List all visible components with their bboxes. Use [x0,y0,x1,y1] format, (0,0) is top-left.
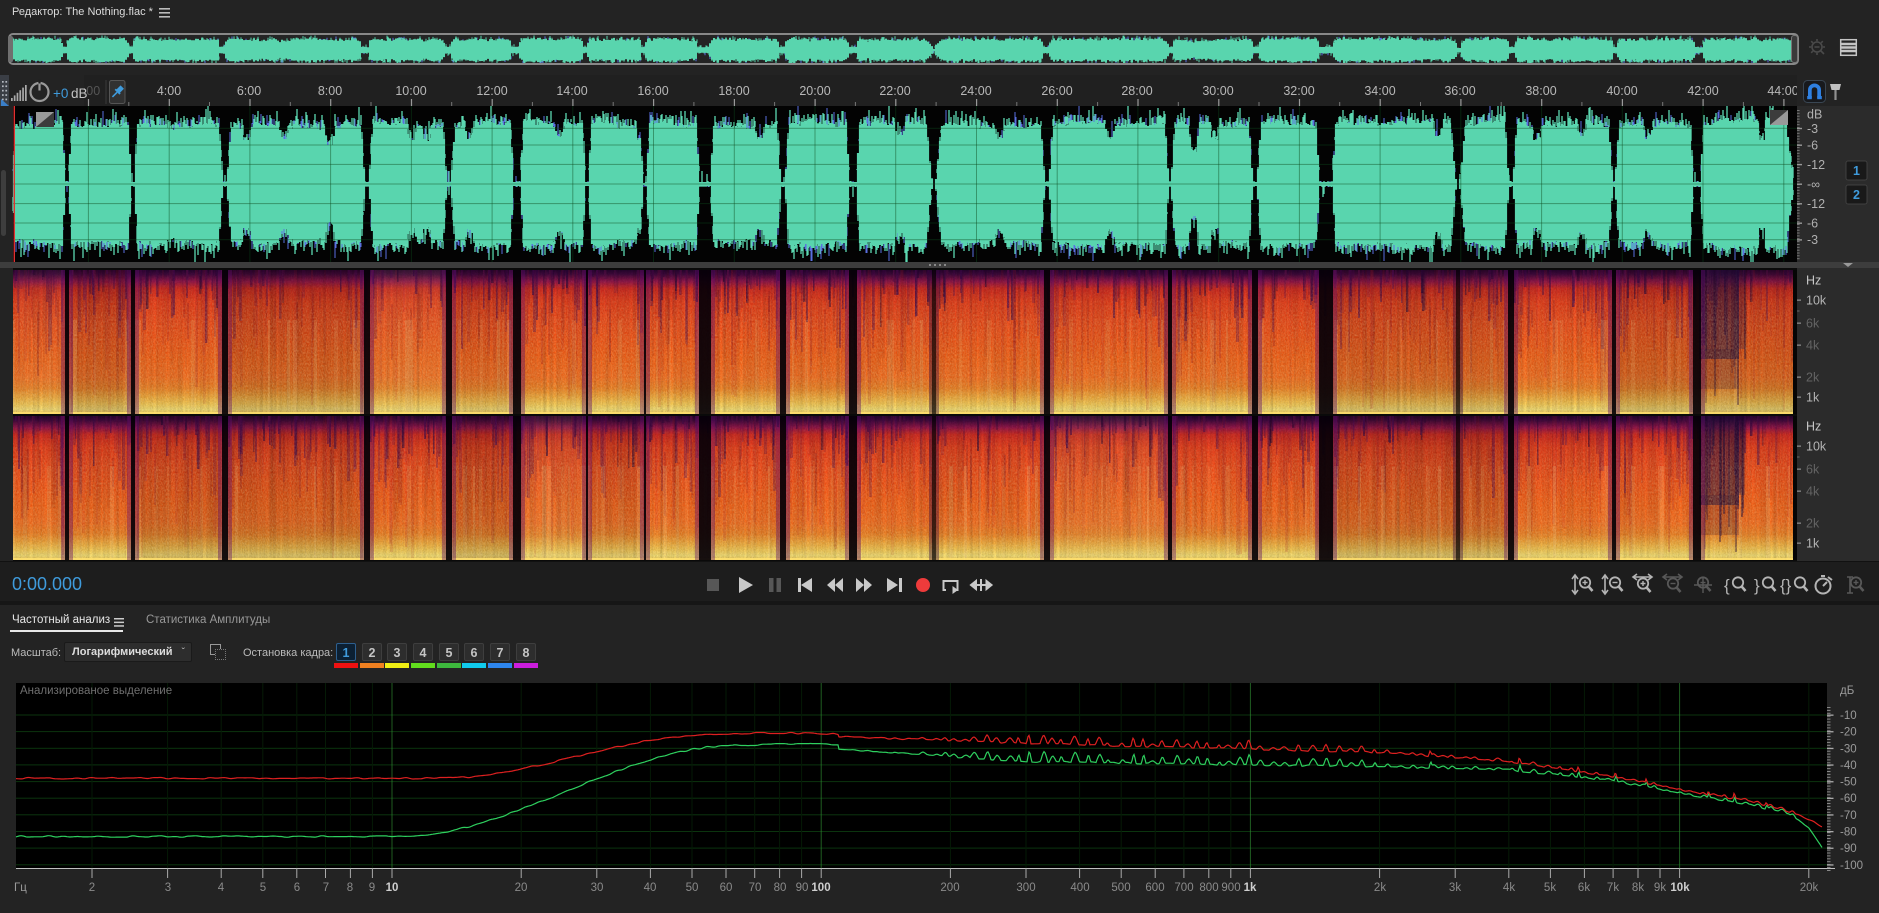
svg-text:-30: -30 [1840,743,1857,755]
svg-text:32:00: 32:00 [1283,84,1314,98]
svg-text:4k: 4k [1806,485,1820,499]
svg-text:-80: -80 [1840,827,1857,839]
svg-text:4: 4 [218,882,225,894]
svg-text:30: 30 [591,882,604,894]
svg-text:10k: 10k [1806,440,1827,454]
svg-text:42:00: 42:00 [1687,84,1718,98]
svg-text:200: 200 [940,882,959,894]
svg-text:500: 500 [1111,882,1130,894]
svg-text:36:00: 36:00 [1444,84,1475,98]
svg-text:-40: -40 [1840,760,1857,772]
svg-text:-12: -12 [1807,158,1825,172]
svg-text:26:00: 26:00 [1041,84,1072,98]
svg-text:-60: -60 [1840,793,1857,805]
svg-text:-3: -3 [1807,233,1818,247]
svg-text:6k: 6k [1578,882,1590,894]
svg-text:8:00: 8:00 [318,84,342,98]
svg-text:20k: 20k [1800,882,1819,894]
svg-text:8: 8 [347,882,353,894]
svg-text:-70: -70 [1840,810,1857,822]
svg-text:1: 1 [1853,164,1860,178]
svg-text:80: 80 [774,882,787,894]
svg-text:14:00: 14:00 [556,84,587,98]
svg-text:70: 70 [749,882,762,894]
svg-text:38:00: 38:00 [1525,84,1556,98]
svg-text:2k: 2k [1374,882,1386,894]
svg-text:2k: 2k [1806,517,1820,531]
svg-text:дБ: дБ [1840,685,1854,697]
svg-text:12:00: 12:00 [476,84,507,98]
svg-text:1k: 1k [1806,391,1820,405]
svg-text:-6: -6 [1807,217,1818,231]
svg-text:90: 90 [796,882,809,894]
svg-text:400: 400 [1070,882,1089,894]
svg-text:1k: 1k [1806,537,1820,551]
svg-text:30:00: 30:00 [1202,84,1233,98]
svg-text:2k: 2k [1806,371,1820,385]
svg-text:-∞: -∞ [1807,178,1820,192]
svg-text:3k: 3k [1449,882,1461,894]
svg-text:-50: -50 [1840,777,1857,789]
svg-text:22:00: 22:00 [879,84,910,98]
svg-text:5: 5 [260,882,266,894]
svg-text:-6: -6 [1807,139,1818,153]
svg-text:10: 10 [386,882,399,894]
svg-text:7k: 7k [1607,882,1619,894]
svg-text:100: 100 [811,882,830,894]
svg-text:Гц: Гц [14,882,27,894]
svg-text:44:00: 44:00 [1767,84,1798,98]
svg-text:6k: 6k [1806,463,1820,477]
svg-text:6k: 6k [1806,317,1820,331]
svg-text:20: 20 [515,882,528,894]
svg-text:-10: -10 [1840,710,1857,722]
svg-text:9k: 9k [1654,882,1666,894]
svg-text:7: 7 [323,882,329,894]
svg-text:18:00: 18:00 [718,84,749,98]
svg-text:4k: 4k [1806,339,1820,353]
svg-text:20:00: 20:00 [799,84,830,98]
svg-text:4k: 4k [1503,882,1515,894]
svg-text:1k: 1k [1244,882,1257,894]
svg-text:{: { [1724,576,1730,595]
svg-text:-90: -90 [1840,843,1857,855]
svg-text:40:00: 40:00 [1606,84,1637,98]
svg-text:2: 2 [89,882,95,894]
svg-text:6:00: 6:00 [237,84,261,98]
svg-text:600: 600 [1145,882,1164,894]
svg-text:-3: -3 [1807,122,1818,136]
svg-text:700: 700 [1174,882,1193,894]
svg-text:dB: dB [1807,108,1822,122]
svg-text:300: 300 [1016,882,1035,894]
svg-text:-12: -12 [1807,197,1825,211]
svg-text:40: 40 [644,882,657,894]
svg-text:4:00: 4:00 [157,84,181,98]
svg-text:10k: 10k [1806,294,1827,308]
svg-text:60: 60 [720,882,733,894]
svg-text:10k: 10k [1670,882,1690,894]
svg-text:-20: -20 [1840,727,1857,739]
svg-text:2: 2 [1853,188,1860,202]
svg-text:28:00: 28:00 [1121,84,1152,98]
svg-text:34:00: 34:00 [1364,84,1395,98]
svg-text:24:00: 24:00 [960,84,991,98]
svg-text:dB: dB [71,86,88,101]
svg-text:900: 900 [1221,882,1240,894]
svg-text:-100: -100 [1840,860,1863,872]
svg-text:8k: 8k [1632,882,1644,894]
svg-text:16:00: 16:00 [637,84,668,98]
svg-text:Hz: Hz [1806,420,1821,434]
svg-text:800: 800 [1199,882,1218,894]
svg-text:50: 50 [686,882,699,894]
svg-text:Hz: Hz [1806,274,1821,288]
svg-text:}: } [1754,576,1760,595]
svg-text:{}: {} [1780,576,1792,595]
svg-text:+0: +0 [53,86,68,101]
svg-text:9: 9 [369,882,375,894]
svg-text:10:00: 10:00 [395,84,426,98]
svg-text:6: 6 [294,882,300,894]
svg-text:3: 3 [165,882,171,894]
svg-text:5k: 5k [1544,882,1556,894]
svg-text:Анализированое выделение: Анализированое выделение [20,685,172,697]
